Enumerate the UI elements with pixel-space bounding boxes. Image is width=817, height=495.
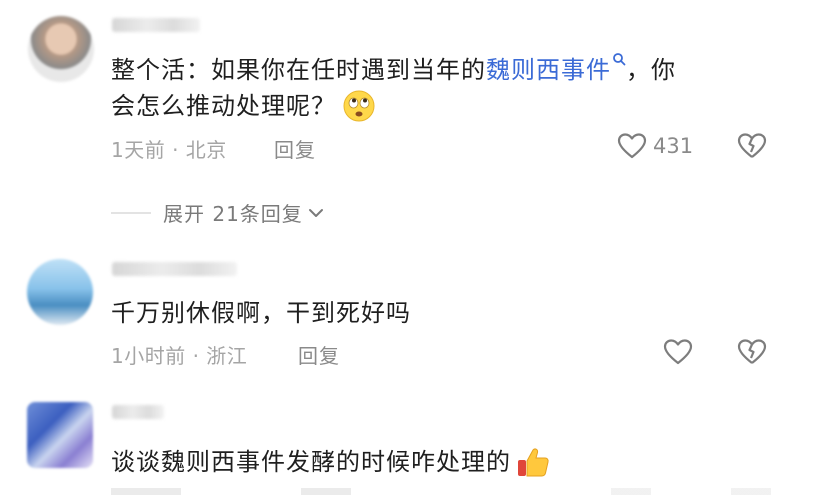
like-count: 431 <box>653 134 694 158</box>
expand-replies-button[interactable]: 展开 21条回复 <box>111 198 325 227</box>
heart-icon <box>617 132 647 160</box>
cut-off-meta-row <box>111 488 771 495</box>
search-link-weizexi[interactable]: 魏则西事件 <box>486 53 626 84</box>
like-button[interactable]: 431 <box>617 132 693 160</box>
username-blurred[interactable] <box>112 262 237 276</box>
search-icon <box>613 53 626 66</box>
dislike-broken-heart-icon[interactable] <box>737 338 767 366</box>
dislike-broken-heart-icon[interactable] <box>737 132 767 160</box>
avatar[interactable] <box>27 259 93 325</box>
username-blurred[interactable] <box>112 18 200 32</box>
comment-text: 谈谈魏则西事件发酵的时候咋处理的 <box>111 444 551 480</box>
thumbs-up-emoji <box>518 448 549 477</box>
divider <box>111 211 151 214</box>
rolling-eyes-emoji <box>343 90 375 122</box>
username-blurred[interactable] <box>112 405 164 419</box>
avatar[interactable] <box>28 16 94 82</box>
chevron-down-icon <box>308 208 323 217</box>
reply-button[interactable]: 回复 <box>274 134 316 163</box>
heart-icon[interactable] <box>663 338 693 366</box>
reply-button[interactable]: 回复 <box>298 340 340 369</box>
comment-meta: 1小时前 · 浙江 <box>111 344 248 368</box>
comment-text: 整个活：如果你在任时遇到当年的魏则西事件 ，你 会怎么推动处理呢？ <box>111 52 676 124</box>
comment-meta: 1天前 · 北京 <box>111 138 227 162</box>
avatar[interactable] <box>27 402 93 468</box>
comment-text: 千万别休假啊，干到死好吗 <box>111 299 411 327</box>
